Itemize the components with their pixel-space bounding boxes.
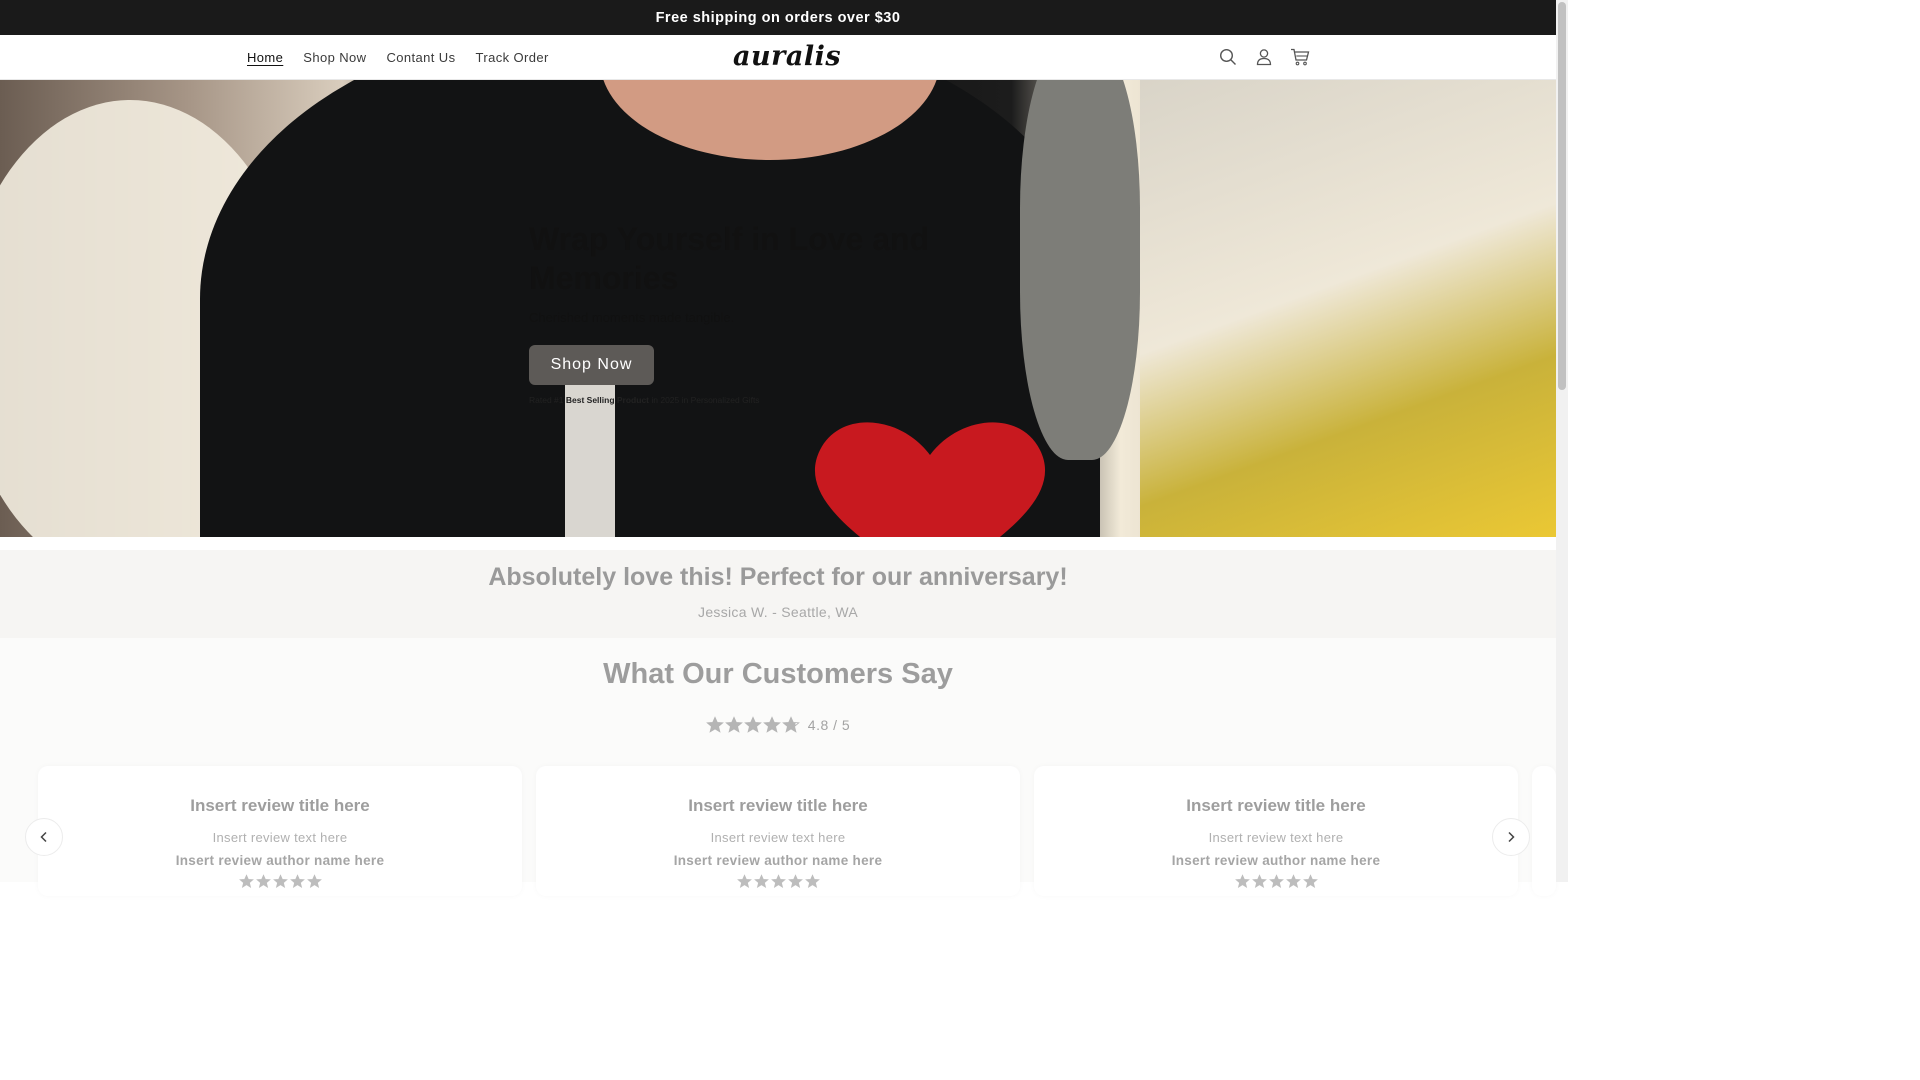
announcement-bar: Free shipping on orders over $30 — [0, 0, 1556, 35]
search-icon[interactable] — [1214, 43, 1242, 71]
review-author: Insert review author name here — [175, 853, 385, 868]
page-scrollbar[interactable] — [1556, 0, 1568, 882]
review-card: Insert review title here Insert review t… — [1034, 766, 1518, 896]
star-icon — [1285, 874, 1301, 888]
star-icon — [781, 716, 800, 733]
star-icon — [238, 874, 254, 888]
nav-track-order[interactable]: Track Order — [476, 50, 549, 65]
review-text: Insert review text here — [1208, 830, 1344, 845]
star-icon — [705, 716, 724, 733]
rated-prefix: Rated #1 — [529, 395, 566, 405]
header-icons — [1214, 43, 1314, 71]
featured-review-author: Jessica W. - Seattle, WA — [698, 604, 858, 620]
hero-rated-text: Rated #1 Best Selling Product in 2025 in… — [529, 395, 1049, 405]
site-header: Home Shop Now Contant Us Track Order aur… — [0, 35, 1556, 80]
star-icon — [255, 874, 271, 888]
star-icon — [724, 716, 743, 733]
star-icon — [743, 716, 762, 733]
star-icon — [306, 874, 322, 888]
star-icon — [762, 716, 781, 733]
review-stars — [38, 874, 522, 889]
nav-contact-us[interactable]: Contant Us — [386, 50, 455, 65]
hero-banner: Wrap Yourself in Love and Memories Cheri… — [0, 80, 1556, 537]
rating-stars — [705, 716, 800, 734]
site-logo[interactable]: auralis — [733, 41, 841, 72]
star-icon — [736, 874, 752, 888]
star-icon — [1302, 874, 1318, 888]
hero-subtitle: Cherished moments made tangible. — [529, 310, 735, 325]
review-stars — [1034, 874, 1518, 889]
nav-home[interactable]: Home — [247, 50, 283, 65]
chevron-left-icon — [40, 831, 47, 843]
hero-title: Wrap Yourself in Love and Memories — [529, 221, 930, 296]
featured-review-quote: Absolutely love this! Perfect for our an… — [488, 563, 1068, 591]
rating-summary: 4.8 / 5 — [0, 716, 1556, 734]
review-text: Insert review text here — [212, 830, 348, 845]
star-icon — [289, 874, 305, 888]
cart-icon[interactable] — [1286, 43, 1314, 71]
review-title: Insert review title here — [190, 796, 370, 815]
carousel-next-button[interactable] — [1492, 818, 1530, 856]
star-icon — [272, 874, 288, 888]
nav-shop-now[interactable]: Shop Now — [303, 50, 366, 65]
star-icon — [1268, 874, 1284, 888]
main-nav: Home Shop Now Contant Us Track Order — [247, 35, 549, 80]
review-title: Insert review title here — [1186, 796, 1366, 815]
account-icon[interactable] — [1250, 43, 1278, 71]
review-card-partial — [1532, 766, 1556, 896]
rated-suffix: in 2025 in Personalized Gifts — [649, 395, 760, 405]
star-icon — [787, 874, 803, 888]
rating-value: 4.8 / 5 — [807, 717, 851, 733]
reviews-title: What Our Customers Say — [603, 658, 953, 690]
star-icon — [753, 874, 769, 888]
carousel-prev-button[interactable] — [25, 818, 63, 856]
shop-now-button[interactable]: Shop Now — [529, 345, 654, 385]
review-text: Insert review text here — [710, 830, 846, 845]
review-card: Insert review title here Insert review t… — [38, 766, 522, 896]
star-icon — [804, 874, 820, 888]
hero-image-background — [1140, 80, 1556, 537]
star-icon — [1234, 874, 1250, 888]
review-author: Insert review author name here — [1171, 853, 1381, 868]
reviews-section: What Our Customers Say 4.8 / 5 Insert re… — [0, 638, 1556, 896]
chevron-right-icon — [1508, 831, 1515, 843]
star-icon — [1251, 874, 1267, 888]
review-stars — [536, 874, 1020, 889]
star-icon — [770, 874, 786, 888]
scrollbar-thumb[interactable] — [1558, 2, 1566, 390]
announcement-text: Free shipping on orders over $30 — [655, 9, 901, 26]
featured-review: Absolutely love this! Perfect for our an… — [0, 550, 1556, 638]
hero-content: Wrap Yourself in Love and Memories Cheri… — [529, 220, 1049, 405]
review-author: Insert review author name here — [673, 853, 883, 868]
heart-icon — [815, 422, 1045, 537]
review-title: Insert review title here — [688, 796, 868, 815]
review-card: Insert review title here Insert review t… — [536, 766, 1020, 896]
rated-bold: Best Selling Product — [565, 395, 649, 405]
